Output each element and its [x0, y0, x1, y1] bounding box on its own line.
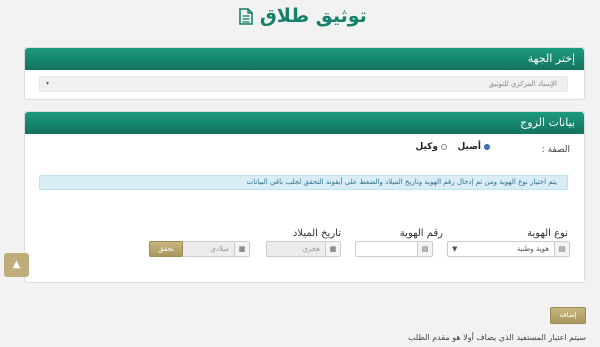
page-title-text: توثيق طلاق	[259, 5, 367, 27]
radio-principal[interactable]: أصيل	[457, 142, 490, 152]
scroll-top-button[interactable]: ▲	[4, 253, 29, 277]
husband-panel: بيانات الزوج الصفة : أصيل وكيل يتم اختيا…	[24, 111, 585, 283]
document-icon	[239, 8, 253, 30]
card-icon: ▤	[554, 242, 569, 256]
add-button[interactable]: إضافة	[550, 307, 586, 324]
hijri-date-input[interactable]: ▦ هجري	[266, 241, 341, 257]
entity-select-value: الإسناد المركزي للتوثيق	[488, 80, 557, 88]
id-type-label: نوع الهوية	[527, 228, 568, 239]
radio-principal-label: أصيل	[457, 142, 482, 152]
page-title: توثيق طلاق	[0, 5, 600, 30]
hijri-placeholder: هجري	[302, 245, 320, 253]
radio-agent[interactable]: وكيل	[415, 142, 447, 152]
chevron-down-icon: ▾	[46, 80, 50, 87]
chevron-up-icon: ▲	[12, 259, 21, 270]
birth-date-label: تاريخ الميلاد	[292, 228, 341, 239]
entity-select[interactable]: الإسناد المركزي للتوثيق ▾	[39, 76, 568, 92]
info-alert-text: يتم اختيار نوع الهوية ومن ثم إدخال رقم ا…	[246, 178, 557, 186]
capacity-label: الصفة :	[541, 145, 570, 155]
gregorian-date-input[interactable]: ▦ ميلادي	[175, 241, 250, 257]
husband-panel-heading: بيانات الزوج	[25, 112, 584, 134]
footnote: سيتم اعتبار المستفيد الذي يضاف أولا هو م…	[407, 333, 586, 342]
calendar-icon: ▦	[325, 242, 340, 256]
id-type-select[interactable]: ▤ هوية وطنية ▼	[447, 241, 570, 257]
gregorian-placeholder: ميلادي	[210, 245, 229, 253]
info-alert: يتم اختيار نوع الهوية ومن ثم إدخال رقم ا…	[39, 175, 568, 190]
id-type-value: هوية وطنية	[516, 245, 549, 253]
radio-agent-label: وكيل	[415, 142, 438, 152]
radio-agent-dot[interactable]	[441, 144, 447, 150]
entity-panel: إختر الجهة الإسناد المركزي للتوثيق ▾	[24, 47, 585, 100]
card-icon: ▤	[417, 242, 432, 256]
calendar-icon: ▦	[234, 242, 249, 256]
id-number-label: رقم الهوية	[399, 228, 443, 239]
radio-principal-dot[interactable]	[484, 144, 490, 150]
verify-button[interactable]: تحقق	[149, 241, 183, 257]
id-number-input[interactable]: ▤	[355, 241, 433, 257]
chevron-down-icon: ▼	[452, 245, 458, 253]
entity-panel-heading: إختر الجهة	[25, 48, 584, 70]
